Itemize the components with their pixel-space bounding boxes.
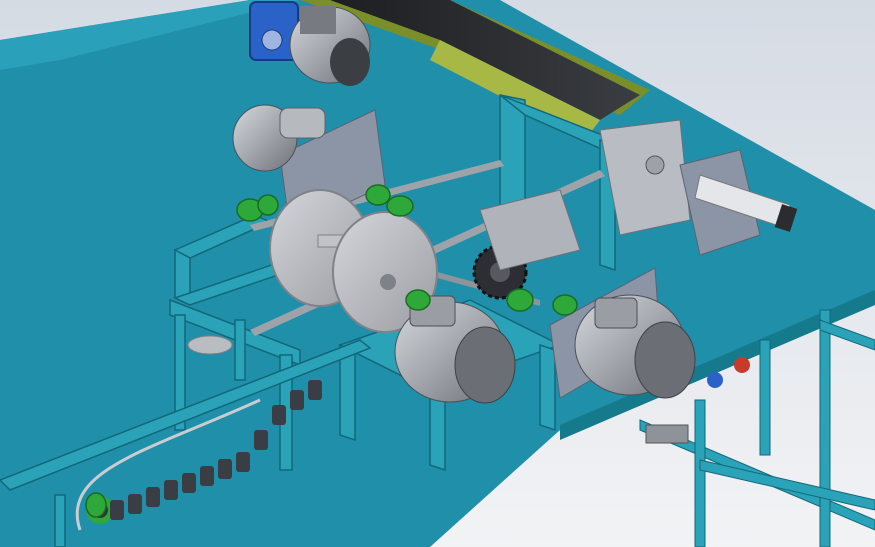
handwheel <box>187 335 233 355</box>
foot-pad <box>645 424 689 444</box>
blue-component <box>707 372 723 388</box>
cad-assembly-render <box>0 0 875 547</box>
red-component <box>734 357 750 373</box>
